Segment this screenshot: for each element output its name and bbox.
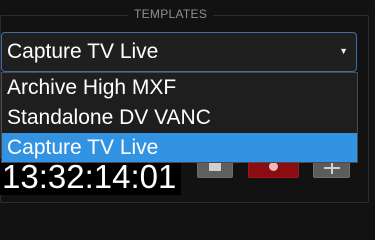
stop-icon bbox=[209, 163, 221, 171]
dropdown-option-archive-high-mxf[interactable]: Archive High MXF bbox=[2, 73, 357, 102]
dropdown-option-standalone-dv-vanc[interactable]: Standalone DV VANC bbox=[2, 103, 357, 132]
dropdown-option-capture-tv-live[interactable]: Capture TV Live bbox=[2, 133, 357, 162]
split-icon bbox=[324, 162, 340, 174]
templates-widget: TEMPLATES Capture TV Live ▼ 13:32:14:01 … bbox=[0, 0, 375, 206]
template-select[interactable]: Capture TV Live ▼ bbox=[1, 32, 357, 72]
template-select-value: Capture TV Live bbox=[7, 40, 159, 63]
template-dropdown-list: Archive High MXF Standalone DV VANC Capt… bbox=[1, 72, 358, 163]
dropdown-caret-icon: ▼ bbox=[339, 46, 348, 56]
panel-title: TEMPLATES bbox=[128, 7, 214, 21]
timecode-display: 13:32:14:01 bbox=[0, 159, 181, 195]
record-icon bbox=[269, 162, 278, 171]
